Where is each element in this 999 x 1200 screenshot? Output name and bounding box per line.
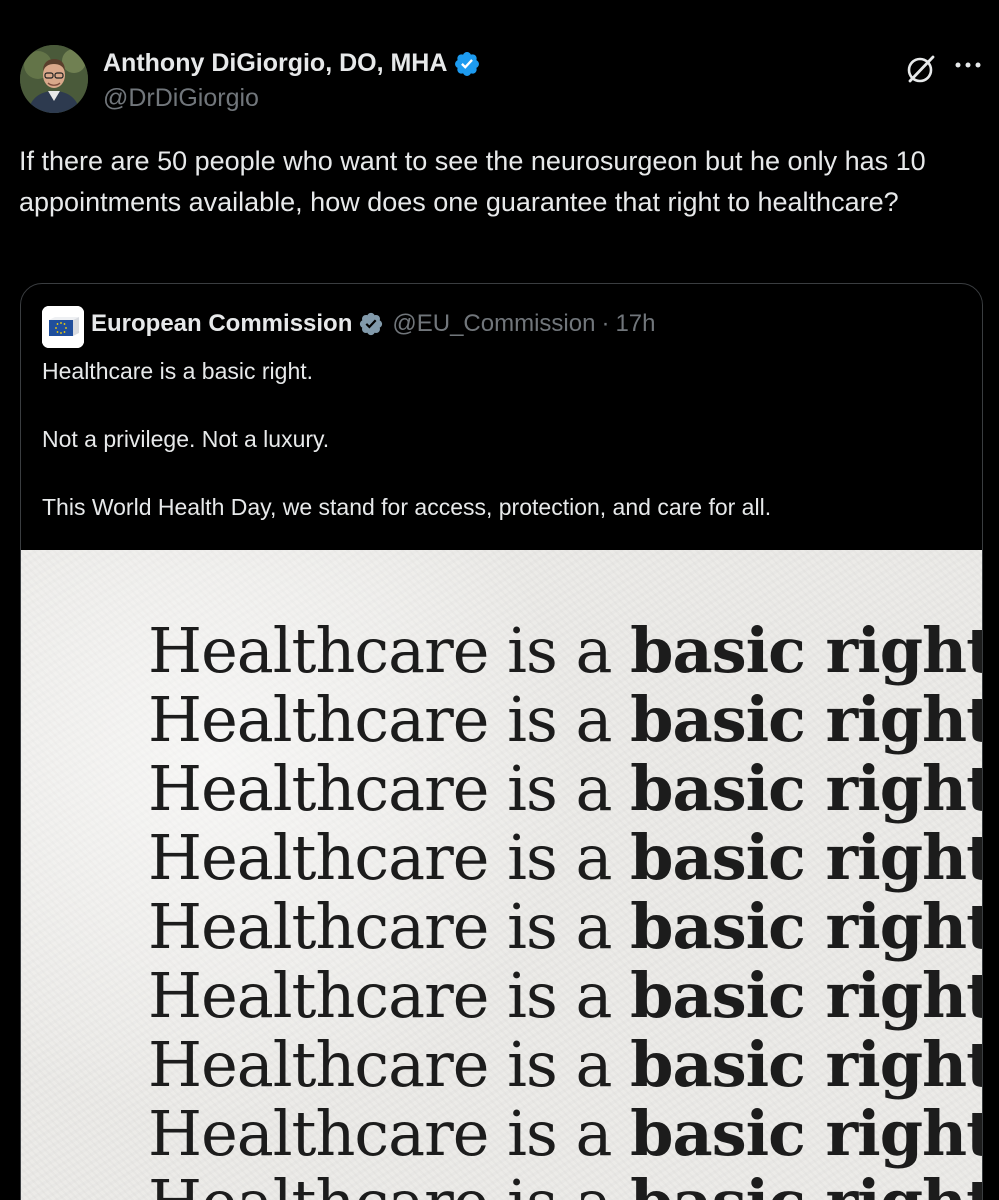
image-text-bold: basic right. xyxy=(630,1028,982,1101)
image-text-light: Healthcare is a xyxy=(148,683,612,756)
image-text-bold: basic right. xyxy=(630,890,982,963)
tweet: Anthony DiGiorgio, DO, MHA @DrDiGiorgio … xyxy=(0,0,999,1200)
grok-icon[interactable] xyxy=(904,52,938,86)
quote-media-image[interactable]: Healthcare is a basic right. Healthcare … xyxy=(21,550,982,1200)
author-name-row[interactable]: Anthony DiGiorgio, DO, MHA xyxy=(103,49,481,78)
image-text-bold: basic right. xyxy=(630,614,982,687)
eu-flag-logo-icon xyxy=(42,306,84,348)
quote-text: Healthcare is a basic right. Not a privi… xyxy=(42,354,962,558)
image-text-bold: basic right. xyxy=(630,1166,982,1200)
ellipsis-icon xyxy=(955,62,981,68)
image-text-bold: basic right. xyxy=(630,683,982,756)
quote-author-handle[interactable]: @EU_Commission xyxy=(392,310,595,338)
author-handle[interactable]: @DrDiGiorgio xyxy=(103,84,259,113)
image-text-line: Healthcare is a basic right. xyxy=(148,685,982,754)
image-text-light: Healthcare is a xyxy=(148,959,612,1032)
image-text-light: Healthcare is a xyxy=(148,614,612,687)
post-text: If there are 50 people who want to see t… xyxy=(19,146,926,217)
image-text-bold: basic right. xyxy=(630,821,982,894)
separator-dot: · xyxy=(601,310,610,337)
image-text-block: Healthcare is a basic right. Healthcare … xyxy=(148,616,982,1200)
quote-timestamp[interactable]: 17h xyxy=(615,310,655,338)
quote-paragraph: Not a privilege. Not a luxury. xyxy=(42,426,330,452)
image-text-light: Healthcare is a xyxy=(148,1166,612,1200)
image-text-line: Healthcare is a basic right. xyxy=(148,754,982,823)
image-text-line: Healthcare is a basic right. xyxy=(148,1168,982,1200)
image-text-line: Healthcare is a basic right. xyxy=(148,616,982,685)
image-text-bold: basic right. xyxy=(630,959,982,1032)
image-text-light: Healthcare is a xyxy=(148,890,612,963)
image-text-line: Healthcare is a basic right. xyxy=(148,1030,982,1099)
verified-badge-icon xyxy=(455,51,480,76)
image-text-light: Healthcare is a xyxy=(148,1028,612,1101)
image-text-light: Healthcare is a xyxy=(148,752,612,825)
image-text-line: Healthcare is a basic right. xyxy=(148,892,982,961)
image-text-line: Healthcare is a basic right. xyxy=(148,823,982,892)
quote-paragraph: Healthcare is a basic right. xyxy=(42,358,314,384)
more-options-icon[interactable] xyxy=(952,50,984,80)
image-text-bold: basic right. xyxy=(630,1097,982,1170)
image-text-line: Healthcare is a basic right. xyxy=(148,1099,982,1168)
quote-author-name[interactable]: European Commission xyxy=(91,310,352,338)
quote-author-avatar[interactable] xyxy=(42,306,84,348)
image-text-line: Healthcare is a basic right. xyxy=(148,961,982,1030)
image-text-bold: basic right. xyxy=(630,752,982,825)
quote-header: European Commission @EU_Commission · 17h xyxy=(91,310,656,338)
image-text-light: Healthcare is a xyxy=(148,1097,612,1170)
quote-paragraph: This World Health Day, we stand for acce… xyxy=(42,494,772,520)
author-name[interactable]: Anthony DiGiorgio, DO, MHA xyxy=(103,49,447,78)
author-avatar-image xyxy=(20,45,88,113)
quoted-tweet[interactable]: European Commission @EU_Commission · 17h… xyxy=(20,283,983,1200)
gray-verified-badge-icon xyxy=(360,312,383,336)
image-text-light: Healthcare is a xyxy=(148,821,612,894)
author-avatar[interactable] xyxy=(20,45,88,113)
